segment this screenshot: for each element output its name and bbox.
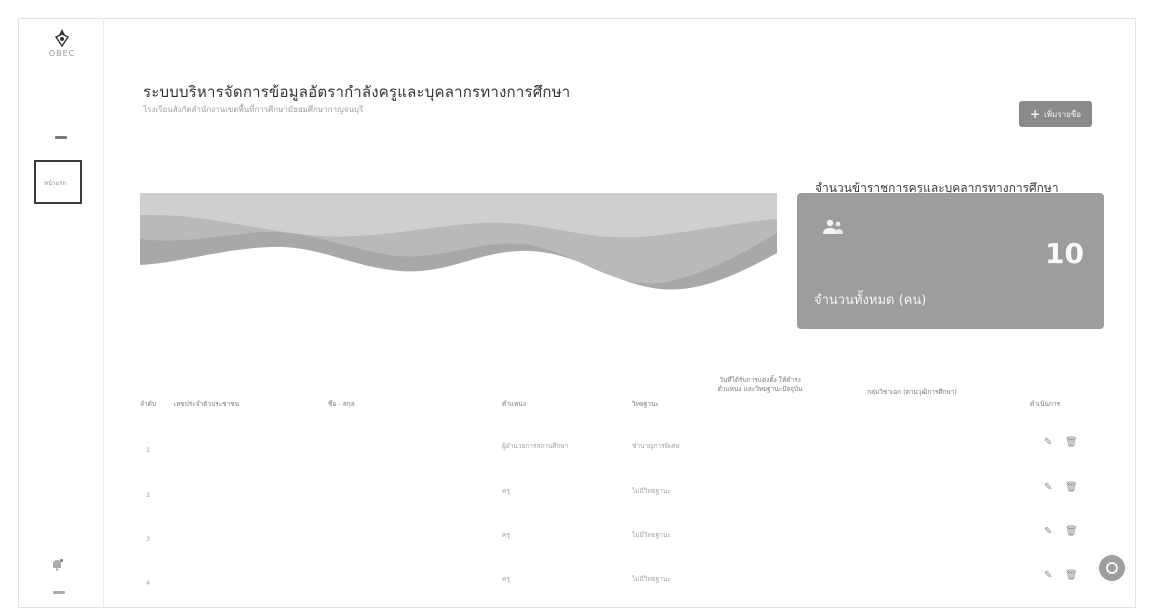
row-position: ผู้อำนวยการสถานศึกษา — [502, 442, 569, 450]
page-subtitle: โรงเรียนสังกัดสำนักงานเขตพื้นที่การศึกษา… — [143, 105, 364, 114]
column-header-no: ลำดับ — [140, 400, 156, 408]
edit-icon[interactable]: ✎ — [1044, 437, 1052, 448]
column-header-name: ชื่อ - สกุล — [328, 400, 355, 408]
row-rank: ไม่มีวิทยฐานะ — [632, 531, 671, 539]
total-count-card: 10 จำนวนทั้งหมด (คน) — [797, 193, 1104, 329]
row-no: 2 — [146, 491, 151, 499]
bell-icon[interactable] — [50, 558, 64, 572]
add-person-button[interactable]: + เพิ่มรายชื่อ — [1019, 101, 1092, 127]
row-no: 3 — [146, 535, 151, 543]
trash-icon[interactable]: 🗑 — [1065, 482, 1078, 493]
sidebar-item-label: หน้าแรก — [44, 180, 67, 187]
trash-icon[interactable]: 🗑 — [1065, 570, 1078, 581]
sidebar: OBEC หน้าแรก — [18, 18, 104, 608]
row-no: 1 — [146, 446, 151, 454]
trash-icon[interactable]: 🗑 — [1065, 526, 1078, 537]
row-rank: ไม่มีวิทยฐานะ — [632, 575, 671, 583]
school-emblem-icon — [54, 29, 70, 48]
row-position: ครู — [502, 487, 510, 495]
menu-toggle-icon[interactable] — [51, 136, 71, 140]
plus-icon: + — [1029, 107, 1041, 121]
total-count-value: 10 — [1045, 237, 1084, 270]
wave-banner — [140, 193, 777, 327]
column-header-appointed-date: วันที่ได้รับการแต่งตั้ง ให้ดำรงตำแหน่ง แ… — [717, 376, 803, 393]
row-position: ครู — [502, 531, 510, 539]
edit-icon[interactable]: ✎ — [1044, 570, 1052, 581]
row-no: 4 — [146, 579, 151, 587]
profile-icon[interactable] — [50, 590, 68, 596]
total-count-label: จำนวนทั้งหมด (คน) — [814, 293, 927, 308]
row-position: ครู — [502, 575, 510, 583]
sidebar-item-home[interactable]: หน้าแรก — [34, 160, 82, 204]
row-rank: ไม่มีวิทยฐานะ — [632, 487, 671, 495]
column-header-position: ตำแหน่ง — [502, 400, 526, 408]
column-header-actions: ดำเนินการ — [1030, 400, 1061, 408]
column-header-id: เลขประจำตัวประชาชน — [174, 400, 240, 408]
edit-icon[interactable]: ✎ — [1044, 526, 1052, 537]
users-icon — [823, 219, 843, 234]
logo-text: OBEC — [48, 49, 76, 58]
column-header-major: กลุ่มวิชาเอก (ตามวุฒิการศึกษา) — [867, 388, 957, 396]
trash-icon[interactable]: 🗑 — [1065, 437, 1078, 448]
edit-icon[interactable]: ✎ — [1044, 482, 1052, 493]
row-rank: ชำนาญการพิเศษ — [632, 442, 680, 450]
logo[interactable]: OBEC — [46, 28, 78, 68]
help-icon[interactable] — [1099, 555, 1125, 581]
add-person-label: เพิ่มรายชื่อ — [1044, 109, 1082, 119]
page-title: ระบบบริหารจัดการข้อมูลอัตรากำลังครูและบุ… — [143, 83, 571, 101]
column-header-rank: วิทยฐานะ — [632, 400, 659, 408]
